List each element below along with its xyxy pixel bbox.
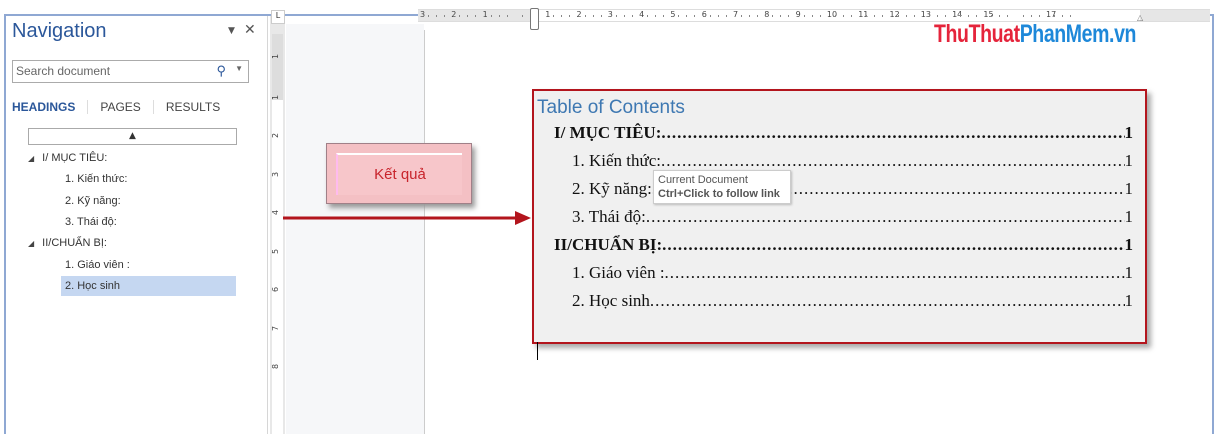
nav-tabs: HEADINGS PAGES RESULTS: [12, 100, 232, 114]
nav-heading-label: 3. Thái độ:: [65, 215, 117, 228]
result-label: Kết quả: [336, 153, 462, 195]
collapse-all-button[interactable]: ▲: [28, 128, 237, 145]
search-icon[interactable]: ⚲: [216, 63, 226, 79]
nav-heading-item[interactable]: ◢ I/ MỤC TIÊU:: [28, 148, 107, 168]
toc-page-number: 1: [1124, 151, 1134, 170]
nav-heading-item[interactable]: 2. Học sinh: [61, 275, 236, 296]
close-icon[interactable]: ✕: [244, 22, 256, 38]
toc-entry-label: 2. Kỹ năng:: [572, 179, 652, 198]
tab-pages[interactable]: PAGES: [88, 100, 154, 114]
ruler-tick-label: 7: [271, 325, 281, 331]
search-input[interactable]: Search document ⚲ ▼: [12, 60, 249, 83]
ruler-tick-label: 7: [733, 10, 739, 19]
search-placeholder: Search document: [16, 64, 111, 78]
ruler-tick-label: 1: [271, 94, 281, 100]
toc-page-number: 1: [1124, 123, 1134, 142]
ruler-tick-label: 4: [639, 10, 645, 19]
text-cursor: [537, 342, 538, 360]
tab-headings[interactable]: HEADINGS: [12, 100, 89, 114]
toc-leader: [661, 123, 1124, 147]
pane-options-icon[interactable]: ▼: [228, 26, 235, 36]
ruler-tick-label: 6: [701, 10, 707, 19]
ruler-tick-label: 2: [576, 10, 582, 19]
nav-heading-label: 2. Học sinh: [65, 279, 121, 292]
toc-entry-label: 1. Kiến thức:: [572, 151, 662, 170]
ruler-tick-label: 5: [670, 10, 676, 19]
indent-marker[interactable]: [530, 8, 539, 30]
toc-entry[interactable]: 2. Học sinh 1: [572, 291, 1133, 315]
toc-page-number: 1: [1124, 179, 1134, 198]
ruler-tick-label: 3: [420, 10, 426, 19]
tooltip-hint: Ctrl+Click to follow link: [658, 188, 780, 200]
collapse-triangle-icon[interactable]: ◢: [28, 239, 34, 248]
toc-entry-label: 2. Học sinh: [572, 291, 650, 310]
table-of-contents[interactable]: Table of Contents I/ MỤC TIÊU: 1 1. Kiến t…: [532, 89, 1147, 344]
toc-leader: [646, 207, 1125, 231]
toc-entry[interactable]: II/CHUẨN BỊ: 1: [554, 235, 1133, 259]
arrow-icon: [283, 211, 531, 225]
toc-entry[interactable]: 3. Thái độ: 1: [572, 207, 1133, 231]
ruler-tick-label: 8: [764, 10, 770, 19]
toc-entry-label: 1. Giáo viên :: [572, 263, 665, 282]
ruler-tick-label: 3: [607, 10, 613, 19]
toc-page-number: 1: [1124, 263, 1134, 282]
toc-leader: [662, 235, 1124, 259]
nav-heading-label: 2. Kỹ năng:: [65, 194, 121, 207]
toc-leader: [665, 263, 1125, 287]
toc-page-number: 1: [1124, 207, 1134, 226]
watermark-logo: ThuThuatPhanMem.vn: [934, 20, 1137, 48]
ruler-tick-label: 1: [482, 10, 488, 19]
navigation-pane: Navigation ▼ ✕ Search document ⚲ ▼ HEADI…: [6, 16, 268, 434]
nav-heading-label: II/CHUẨN BỊ:: [42, 237, 107, 250]
ruler-tick-label: 3: [271, 171, 281, 177]
nav-heading-label: 1. Kiến thức:: [65, 173, 128, 186]
nav-heading-item[interactable]: 1. Giáo viên :: [61, 255, 236, 275]
toc-entry-label: II/CHUẨN BỊ:: [554, 235, 663, 254]
ruler-tick-label: 9: [795, 10, 801, 19]
vertical-ruler[interactable]: L 1 1 2 3 4 5 6 7 8: [270, 10, 285, 434]
link-tooltip: Current Document Ctrl+Click to follow li…: [653, 170, 791, 204]
toc-entry[interactable]: I/ MỤC TIÊU: 1: [554, 123, 1133, 147]
tooltip-title: Current Document: [658, 174, 748, 186]
nav-heading-item[interactable]: 1. Kiến thức:: [61, 169, 236, 189]
chevron-down-icon[interactable]: ▼: [235, 64, 243, 73]
ruler-tick-label: 5: [271, 248, 281, 254]
result-callout: Kết quả: [326, 143, 472, 204]
toc-entry[interactable]: 1. Giáo viên : 1: [572, 263, 1133, 287]
toc-page-number: 1: [1124, 235, 1134, 254]
nav-heading-item[interactable]: 2. Kỹ năng:: [61, 191, 236, 211]
toc-entry-label: 3. Thái độ:: [572, 207, 646, 226]
margin-line: [424, 30, 425, 434]
nav-heading-label: 1. Giáo viên :: [65, 258, 130, 271]
nav-heading-item[interactable]: 3. Thái độ:: [61, 212, 236, 232]
navigation-title: Navigation: [12, 20, 107, 42]
ruler-tick-label: 8: [271, 363, 281, 370]
ruler-tick-label: 2: [451, 10, 457, 19]
nav-heading-item[interactable]: ◢ II/CHUẨN BỊ:: [28, 233, 107, 253]
toc-leader: [650, 291, 1125, 315]
tab-results[interactable]: RESULTS: [154, 100, 232, 114]
collapse-triangle-icon[interactable]: ◢: [28, 154, 34, 163]
toc-heading: Table of Contents: [537, 97, 685, 118]
tab-selector[interactable]: L: [271, 10, 285, 24]
ruler-tick-label: 6: [271, 286, 281, 293]
ruler-tick-label: 4: [271, 209, 281, 216]
ruler-tick-label: 1: [545, 10, 551, 19]
ruler-tick-label: 1: [271, 53, 281, 60]
ruler-tick-label: 2: [271, 132, 281, 139]
toc-entry-label: I/ MỤC TIÊU:: [554, 123, 662, 142]
toc-page-number: 1: [1124, 291, 1134, 310]
right-indent-marker[interactable]: △: [1137, 13, 1143, 22]
nav-heading-label: I/ MỤC TIÊU:: [42, 152, 108, 164]
